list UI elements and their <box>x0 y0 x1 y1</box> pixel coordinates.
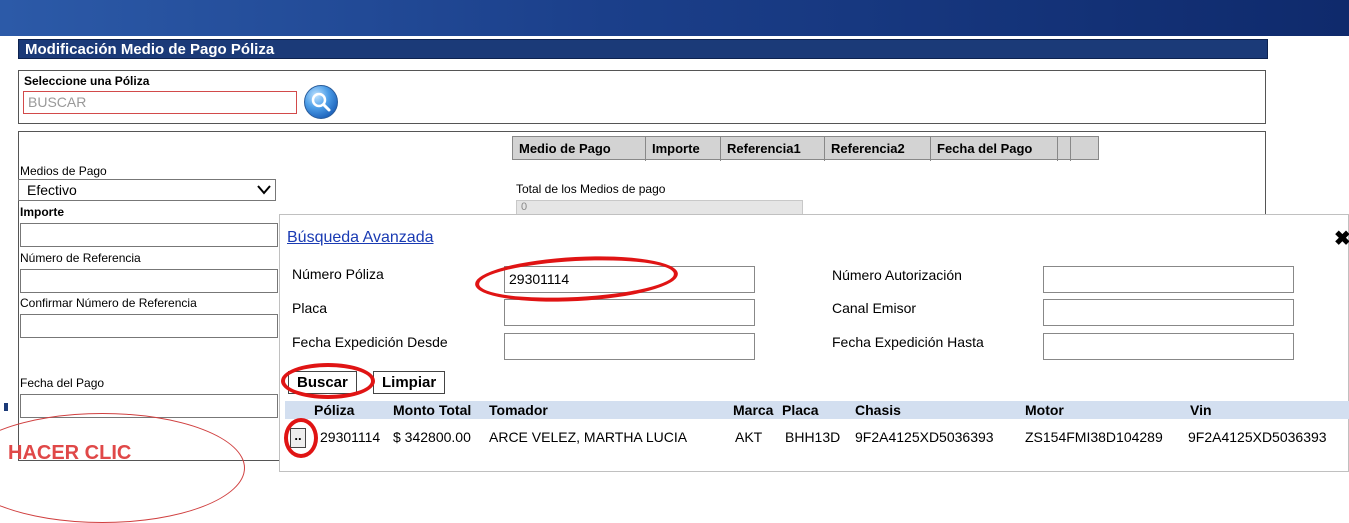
fecha-hasta-label: Fecha Expedición Hasta <box>832 334 984 350</box>
limpiar-button[interactable]: Limpiar <box>373 371 446 394</box>
confirm-referencia-field[interactable] <box>20 314 278 338</box>
fecha-pago-label: Fecha del Pago <box>20 376 105 390</box>
res-tomador: ARCE VELEZ, MARTHA LUCIA <box>489 429 688 445</box>
col-referencia1: Referencia1 <box>721 137 825 161</box>
fecha-hasta-field[interactable] <box>1043 333 1294 360</box>
page-title: Modificación Medio de Pago Póliza <box>18 39 1268 59</box>
res-motor: ZS154FMI38D104289 <box>1025 429 1163 445</box>
res-col-poliza: Póliza <box>314 402 355 418</box>
res-col-motor: Motor <box>1025 402 1064 418</box>
col-importe: Importe <box>646 137 721 161</box>
table-row[interactable]: 29301114 $ 342800.00 ARCE VELEZ, MARTHA … <box>285 425 1349 449</box>
importe-field[interactable] <box>20 223 278 247</box>
placa-field[interactable] <box>504 299 755 326</box>
col-fecha-pago: Fecha del Pago <box>931 137 1058 161</box>
res-chasis: 9F2A4125XD5036393 <box>855 429 994 445</box>
col-referencia2: Referencia2 <box>825 137 931 161</box>
fecha-desde-label: Fecha Expedición Desde <box>292 334 448 350</box>
annotation-ring-buscar <box>281 363 375 399</box>
confirm-referencia-label: Confirmar Número de Referencia <box>20 296 197 310</box>
col-medio-pago: Medio de Pago <box>513 137 646 161</box>
close-icon[interactable]: ✖ <box>1334 226 1349 251</box>
res-col-vin: Vin <box>1190 402 1212 418</box>
modal-title-link[interactable]: Búsqueda Avanzada <box>287 229 434 247</box>
chevron-down-icon <box>257 185 271 195</box>
res-col-monto: Monto Total <box>393 402 472 418</box>
search-icon <box>311 92 331 112</box>
num-autorizacion-label: Número Autorización <box>832 267 962 283</box>
fecha-pago-field[interactable] <box>20 394 278 418</box>
res-monto: $ 342800.00 <box>393 429 471 445</box>
num-autorizacion-field[interactable] <box>1043 266 1294 293</box>
col-spacer <box>1058 137 1071 161</box>
canal-emisor-field[interactable] <box>1043 299 1294 326</box>
res-col-marca: Marca <box>733 402 774 418</box>
top-banner <box>0 0 1349 36</box>
res-marca: AKT <box>735 429 763 445</box>
res-col-tomador: Tomador <box>489 402 548 418</box>
poliza-search-input[interactable]: BUSCAR <box>23 91 297 114</box>
total-medios-label: Total de los Medios de pago <box>516 182 666 196</box>
num-referencia-field[interactable] <box>20 269 278 293</box>
payments-table-header: Medio de Pago Importe Referencia1 Refere… <box>512 136 1099 161</box>
medios-pago-select[interactable]: Efectivo <box>18 179 276 201</box>
num-poliza-label: Número Póliza <box>292 266 384 282</box>
placa-label: Placa <box>292 300 328 316</box>
res-vin: 9F2A4125XD5036393 <box>1188 429 1327 445</box>
fecha-desde-field[interactable] <box>504 333 755 360</box>
res-col-placa: Placa <box>782 402 819 418</box>
importe-label: Importe <box>20 205 65 219</box>
res-placa: BHH13D <box>785 429 841 445</box>
results-header: Póliza Monto Total Tomador Marca Placa C… <box>285 401 1349 419</box>
num-referencia-label: Número de Referencia <box>20 251 141 265</box>
canal-emisor-label: Canal Emisor <box>832 300 917 316</box>
poliza-select-label: Seleccione una Póliza <box>24 74 150 88</box>
res-col-chasis: Chasis <box>855 402 901 418</box>
search-button[interactable] <box>304 85 338 119</box>
left-edge-marker <box>4 403 8 411</box>
res-poliza: 29301114 <box>320 429 381 445</box>
annotation-text: HACER CLIC <box>8 442 132 464</box>
medios-pago-label: Medios de Pago <box>20 164 107 178</box>
annotation-ring-row-button <box>284 418 318 458</box>
